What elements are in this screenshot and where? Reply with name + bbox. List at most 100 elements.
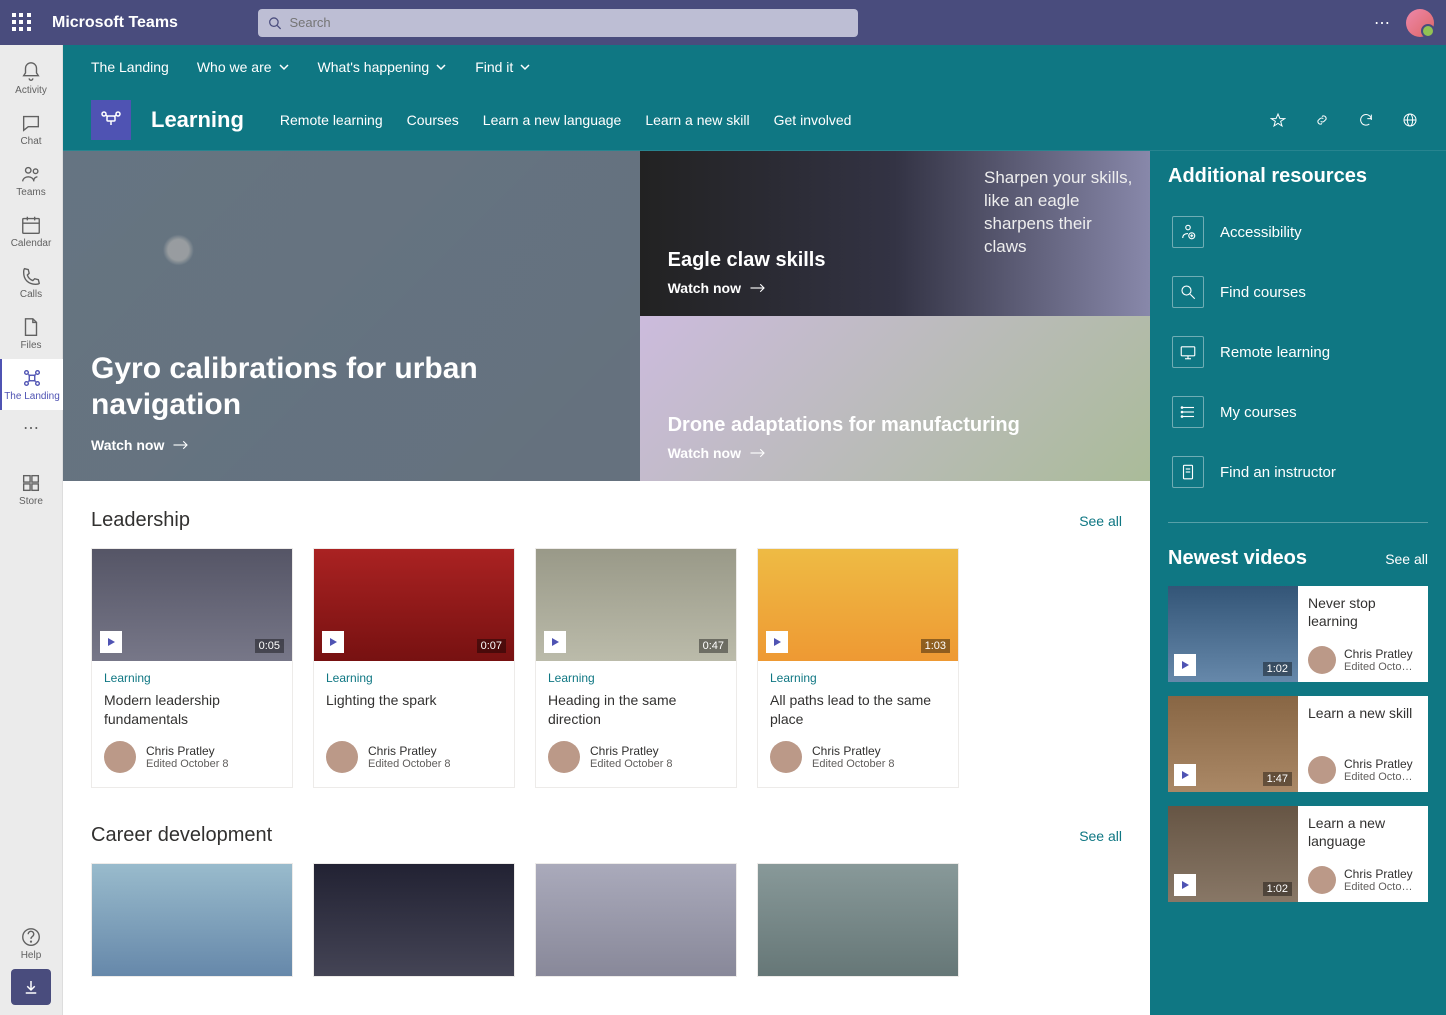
author-avatar — [770, 741, 802, 773]
video-edited: Edited Octo… — [1344, 771, 1413, 783]
watch-now-button[interactable]: Watch now — [668, 280, 1122, 296]
hub-nav-find[interactable]: Find it — [475, 59, 531, 75]
rail-chat[interactable]: Chat — [0, 104, 63, 155]
rail-files[interactable]: Files — [0, 308, 63, 359]
author-avatar — [104, 741, 136, 773]
rail-calendar[interactable]: Calendar — [0, 206, 63, 257]
duration-badge: 1:02 — [1263, 662, 1292, 676]
watch-now-button[interactable]: Watch now — [668, 445, 1122, 461]
hub-nav: The Landing Who we are What's happening … — [63, 45, 1446, 89]
site-nav-involved[interactable]: Get involved — [774, 112, 852, 128]
see-all-link[interactable]: See all — [1079, 513, 1122, 529]
video-card[interactable] — [757, 863, 959, 977]
download-icon — [22, 978, 40, 996]
newest-video-item[interactable]: 1:02 Never stop learning Chris Pratley E… — [1168, 586, 1428, 682]
resource-item[interactable]: Accessibility — [1168, 206, 1428, 258]
rail-activity[interactable]: Activity — [0, 53, 63, 104]
ellipsis-icon: ⋯ — [23, 418, 39, 438]
chat-icon — [20, 112, 42, 134]
hero-eagle[interactable]: Sharpen your skills, like an eagle sharp… — [640, 151, 1150, 316]
hero-drone[interactable]: Drone adaptations for manufacturing Watc… — [640, 316, 1150, 481]
resource-item[interactable]: Find courses — [1168, 266, 1428, 318]
user-avatar[interactable] — [1406, 9, 1434, 37]
resource-item[interactable]: Remote learning — [1168, 326, 1428, 378]
hero-main-title: Gyro calibrations for urban navigation — [91, 351, 612, 423]
rail-teams[interactable]: Teams — [0, 155, 63, 206]
site-nav-remote[interactable]: Remote learning — [280, 112, 383, 128]
resource-item[interactable]: Find an instructor — [1168, 446, 1428, 498]
card-author: Chris Pratley — [146, 744, 229, 758]
video-author: Chris Pratley — [1344, 647, 1413, 661]
video-card[interactable] — [313, 863, 515, 977]
hub-nav-happening[interactable]: What's happening — [318, 59, 448, 75]
rail-the-landing[interactable]: The Landing — [0, 359, 63, 410]
card-title: All paths lead to the same place — [770, 691, 946, 729]
site-logo — [91, 100, 131, 140]
resources-heading: Additional resources — [1168, 165, 1428, 188]
link-icon[interactable] — [1314, 112, 1330, 128]
rail-more[interactable]: ⋯ — [0, 410, 63, 446]
author-avatar — [1308, 646, 1336, 674]
duration-badge: 1:47 — [1263, 772, 1292, 786]
card-edited: Edited October 8 — [368, 758, 451, 770]
chevron-down-icon — [519, 61, 531, 73]
more-options-icon[interactable]: ⋯ — [1374, 13, 1390, 33]
card-title: Lighting the spark — [326, 691, 502, 729]
video-card[interactable]: 0:07 Learning Lighting the spark Chris P… — [313, 548, 515, 788]
play-icon — [322, 631, 344, 653]
section-leadership: Leadership See all 0:05 Learning Modern … — [63, 481, 1150, 816]
see-all-link[interactable]: See all — [1385, 551, 1428, 567]
video-card[interactable]: 0:05 Learning Modern leadership fundamen… — [91, 548, 293, 788]
search-box[interactable] — [258, 9, 858, 37]
watch-now-button[interactable]: Watch now — [91, 437, 612, 453]
video-author: Chris Pratley — [1344, 867, 1413, 881]
calendar-icon — [20, 214, 42, 236]
refresh-icon[interactable] — [1358, 112, 1374, 128]
section-career: Career development See all — [63, 816, 1150, 1005]
star-icon[interactable] — [1270, 112, 1286, 128]
resource-label: Accessibility — [1220, 224, 1302, 241]
arrow-right-icon — [172, 438, 190, 452]
see-all-link[interactable]: See all — [1079, 828, 1122, 844]
video-edited: Edited Octo… — [1344, 881, 1413, 893]
site-nav-courses[interactable]: Courses — [407, 112, 459, 128]
newest-video-item[interactable]: 1:02 Learn a new language Chris Pratley … — [1168, 806, 1428, 902]
hero: Gyro calibrations for urban navigation W… — [63, 151, 1150, 481]
newest-video-item[interactable]: 1:47 Learn a new skill Chris Pratley Edi… — [1168, 696, 1428, 792]
hub-nav-who[interactable]: Who we are — [197, 59, 290, 75]
card-edited: Edited October 8 — [146, 758, 229, 770]
teams-icon — [20, 163, 42, 185]
video-card[interactable] — [535, 863, 737, 977]
site-title: Learning — [151, 107, 244, 133]
video-card[interactable]: 0:47 Learning Heading in the same direct… — [535, 548, 737, 788]
card-title: Heading in the same direction — [548, 691, 724, 729]
site-nav-skill[interactable]: Learn a new skill — [645, 112, 749, 128]
hero-eagle-title: Eagle claw skills — [668, 249, 1122, 272]
rail-help[interactable]: Help — [0, 918, 63, 969]
resource-icon — [1172, 276, 1204, 308]
app-launcher-icon[interactable] — [12, 13, 32, 33]
card-category: Learning — [326, 671, 502, 685]
author-avatar — [1308, 866, 1336, 894]
rail-calls[interactable]: Calls — [0, 257, 63, 308]
hub-nav-landing[interactable]: The Landing — [91, 59, 169, 75]
video-edited: Edited Octo… — [1344, 661, 1413, 673]
video-card[interactable]: 1:03 Learning All paths lead to the same… — [757, 548, 959, 788]
hero-main[interactable]: Gyro calibrations for urban navigation W… — [63, 151, 640, 481]
card-category: Learning — [104, 671, 280, 685]
globe-icon[interactable] — [1402, 112, 1418, 128]
resource-label: Find courses — [1220, 284, 1306, 301]
help-icon — [20, 926, 42, 948]
resource-item[interactable]: My courses — [1168, 386, 1428, 438]
author-avatar — [326, 741, 358, 773]
drone-icon — [99, 108, 123, 132]
chevron-down-icon — [435, 61, 447, 73]
search-input[interactable] — [289, 15, 848, 30]
play-icon — [544, 631, 566, 653]
rail-store[interactable]: Store — [0, 464, 63, 515]
download-button[interactable] — [11, 969, 51, 1005]
site-nav-language[interactable]: Learn a new language — [483, 112, 622, 128]
search-icon — [268, 16, 281, 30]
chevron-down-icon — [278, 61, 290, 73]
video-card[interactable] — [91, 863, 293, 977]
